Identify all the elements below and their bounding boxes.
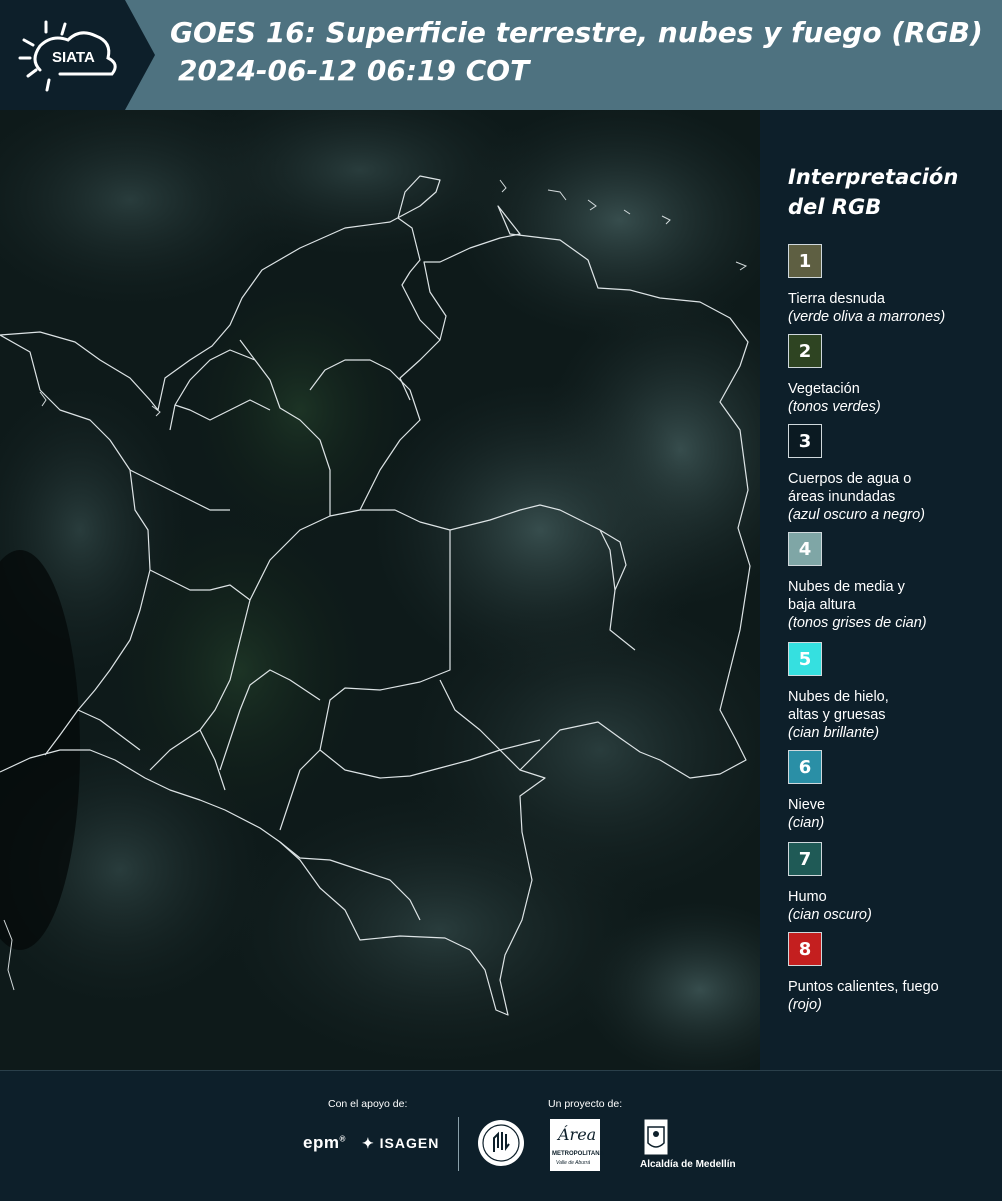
- legend-item-6: 6 Nieve (cian): [788, 750, 998, 832]
- legend-swatch: 8: [788, 932, 822, 966]
- legend-item-desc: (cian): [788, 815, 825, 831]
- header-bar: SIATA GOES 16: Superficie terrestre, nub…: [0, 0, 1002, 110]
- title-line-2: 2024-06-12 06:19 COT: [178, 54, 530, 87]
- legend-item-desc: (tonos verdes): [788, 399, 881, 415]
- legend-item-5: 5 Nubes de hielo, altas y gruesas (cian …: [788, 642, 998, 742]
- legend-swatch: 5: [788, 642, 822, 676]
- legend-item-desc: (tonos grises de cian): [788, 615, 927, 631]
- legend-swatch: 4: [788, 532, 822, 566]
- legend-item-1: 1 Tierra desnuda (verde oliva a marrones…: [788, 244, 998, 326]
- siata-logo[interactable]: SIATA: [0, 0, 155, 110]
- legend-item-desc: (cian brillante): [788, 725, 880, 741]
- title-line-1: GOES 16: Superficie terrestre, nubes y f…: [170, 16, 983, 49]
- legend-item-desc: (verde oliva a marrones): [788, 309, 946, 325]
- legend-item-label: Puntos calientes, fuego: [788, 979, 939, 995]
- area-logo-name: Área: [558, 1125, 597, 1144]
- legend-item-7: 7 Humo (cian oscuro): [788, 842, 998, 924]
- legend-title: Interpretación del RGB: [788, 162, 958, 222]
- footer-divider: [458, 1117, 459, 1171]
- project-label: Un proyecto de:: [548, 1098, 623, 1110]
- isagen-logo-text: ISAGEN: [379, 1135, 440, 1151]
- legend-item-4: 4 Nubes de media y baja altura (tonos gr…: [788, 532, 998, 632]
- alcaldia-text: Alcaldía de Medellín: [640, 1159, 736, 1170]
- legend-item-desc: (rojo): [788, 997, 822, 1013]
- footer: Con el apoyo de: Un proyecto de: epm® ✦ …: [0, 1070, 1002, 1201]
- rgb-legend: Interpretación del RGB 1 Tierra desnuda …: [760, 110, 1002, 1070]
- legend-item-desc: (azul oscuro a negro): [788, 507, 926, 523]
- siata-logo-text: SIATA: [52, 49, 95, 66]
- legend-swatch: 6: [788, 750, 822, 784]
- legend-item-desc: (cian oscuro): [788, 907, 872, 923]
- epm-logo-text: epm: [303, 1133, 340, 1152]
- map-image: [0, 110, 760, 1070]
- legend-item-label: Tierra desnuda: [788, 291, 885, 307]
- legend-item-2: 2 Vegetación (tonos verdes): [788, 334, 998, 416]
- legend-swatch: 7: [788, 842, 822, 876]
- legend-item-label: Nubes de media y baja altura: [788, 579, 905, 613]
- page-title: GOES 16: Superficie terrestre, nubes y f…: [170, 14, 983, 90]
- satellite-map[interactable]: [0, 110, 760, 1070]
- legend-swatch: 3: [788, 424, 822, 458]
- legend-item-label: Cuerpos de agua o áreas inundadas: [788, 471, 912, 505]
- alcaldia-crest-icon[interactable]: [642, 1117, 670, 1162]
- area-metropolitana-logo[interactable]: Área METROPOLITANA Valle de Aburrá: [550, 1119, 604, 1171]
- legend-item-label: Humo: [788, 889, 827, 905]
- university-seal-logo[interactable]: [476, 1118, 526, 1173]
- epm-logo[interactable]: epm®: [303, 1133, 346, 1153]
- legend-item-label: Nubes de hielo, altas y gruesas: [788, 689, 889, 723]
- support-label: Con el apoyo de:: [328, 1098, 408, 1110]
- isagen-icon: ✦: [362, 1135, 375, 1151]
- legend-title-line-2: del RGB: [788, 195, 882, 219]
- isagen-logo[interactable]: ✦ ISAGEN: [362, 1135, 439, 1152]
- legend-swatch: 2: [788, 334, 822, 368]
- area-logo-sub2: Valle de Aburrá: [556, 1160, 591, 1166]
- legend-swatch: 1: [788, 244, 822, 278]
- legend-item-label: Nieve: [788, 797, 826, 813]
- legend-item-8: 8 Puntos calientes, fuego (rojo): [788, 932, 998, 1014]
- legend-item-label: Vegetación: [788, 381, 860, 397]
- legend-item-3: 3 Cuerpos de agua o áreas inundadas (azu…: [788, 424, 998, 524]
- legend-title-line-1: Interpretación: [788, 165, 959, 189]
- area-logo-sub: METROPOLITANA: [552, 1151, 604, 1157]
